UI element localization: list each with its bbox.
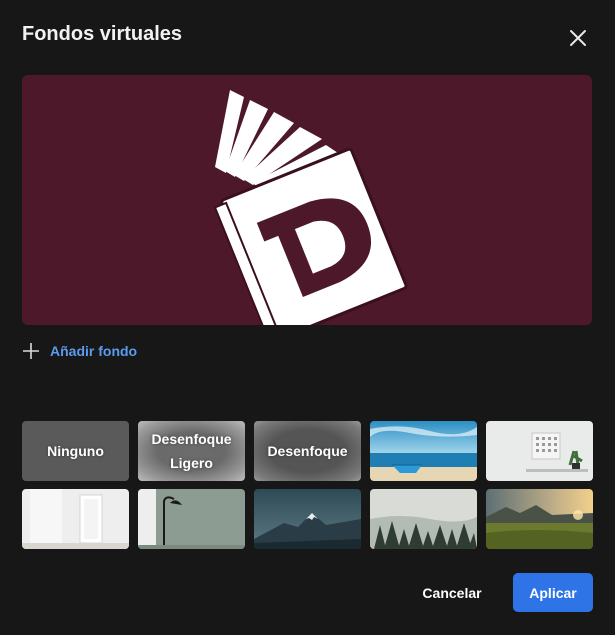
background-none-option[interactable]: Ninguno [22,421,129,481]
background-preview [22,75,592,325]
background-blur-option[interactable]: Desenfoque [254,421,361,481]
background-options-grid: Ninguno Desenfoque Ligero Desenfoque [22,421,594,549]
beach-boat-image[interactable] [370,421,477,481]
virtual-backgrounds-dialog: Fondos virtuales Añadir fondo Ninguno De… [0,0,615,635]
white-doorway-image[interactable] [22,489,129,549]
blur-label: Desenfoque [267,443,348,459]
close-icon[interactable] [566,26,590,50]
book-d-logo-icon [213,90,408,325]
add-background-label: Añadir fondo [50,343,138,359]
plus-icon [23,343,39,359]
misty-forest-image[interactable] [370,489,477,549]
white-room-plant-image[interactable] [486,421,593,481]
background-blur-light-option[interactable]: Desenfoque Ligero [138,421,245,481]
none-label: Ninguno [47,443,104,459]
add-background-button[interactable]: Añadir fondo [22,340,137,362]
mountain-peaks-image[interactable] [254,489,361,549]
apply-button[interactable]: Aplicar [513,573,593,612]
floor-lamp-image[interactable] [138,489,245,549]
sunset-meadow-image[interactable] [486,489,593,549]
dialog-title: Fondos virtuales [22,23,183,45]
blur-light-label: Desenfoque Ligero [151,431,232,471]
cancel-button[interactable]: Cancelar [408,573,496,612]
